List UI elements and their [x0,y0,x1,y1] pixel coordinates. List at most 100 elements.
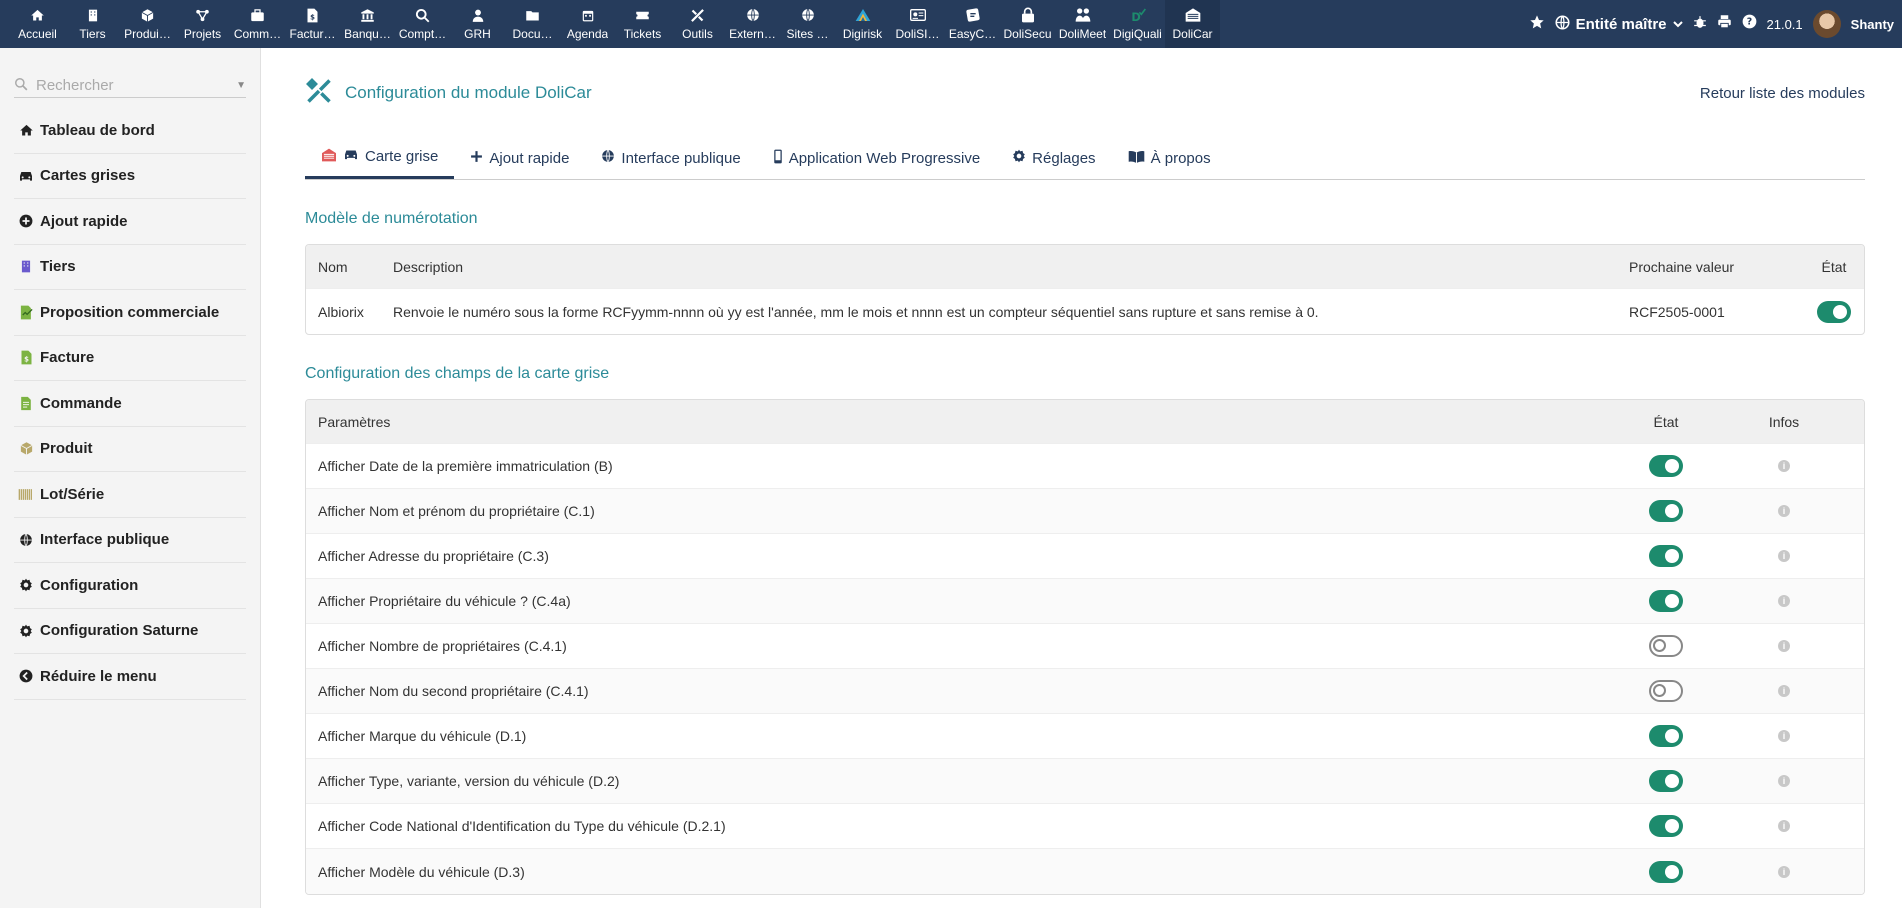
back-to-modules-link[interactable]: Retour liste des modules [1700,85,1865,102]
info-circle-icon[interactable]: i [1778,820,1790,832]
print-icon[interactable] [1717,14,1732,34]
field-state-toggle[interactable] [1649,860,1683,883]
top-menu-item-tiers[interactable]: Tiers [65,0,120,48]
table-row: Afficher Code National d'Identification … [306,804,1864,849]
sidebar-item-commande[interactable]: Commande [14,381,246,427]
top-menu-item-digirisk[interactable]: Digirisk [835,0,890,48]
info-circle-icon[interactable]: i [1778,505,1790,517]
sidebar-item-label: Tableau de bord [40,121,155,139]
tab-ajoutrapide[interactable]: Ajout rapide [454,137,585,179]
sidebar-item-ajoutrapide[interactable]: Ajout rapide [14,199,246,245]
star-icon[interactable] [1529,14,1545,35]
top-menu-item-easyc[interactable]: EasyC… [945,0,1000,48]
field-state-toggle[interactable] [1649,725,1683,747]
top-menu-item-grh[interactable]: GRH [450,0,505,48]
top-menu-item-produi[interactable]: Produi… [120,0,175,48]
top-menu-item-digiquali[interactable]: D DigiQuali [1110,0,1165,48]
field-state-toggle[interactable] [1649,680,1683,702]
id-card-icon [909,7,926,23]
info-circle-icon[interactable]: i [1778,550,1790,562]
order-icon [18,395,34,411]
sidebar-item-rduirelemenu[interactable]: Réduire le menu [14,654,246,700]
help-icon[interactable]: ? [1742,14,1757,34]
search-placeholder: Rechercher [36,77,114,94]
field-state-toggle[interactable] [1649,770,1683,792]
tab-cartegrise[interactable]: Carte grise [305,137,455,179]
numbering-table: Nom Description Prochaine valeur État Al… [305,244,1865,335]
sidebar-item-produit[interactable]: Produit [14,427,246,472]
top-menu-label: Extern… [729,27,776,41]
field-state-toggle[interactable] [1649,455,1683,477]
top-menu-item-compt[interactable]: Compt… [395,0,450,48]
top-menu-item-extern[interactable]: Extern… [725,0,780,48]
tab-propos[interactable]: À propos [1112,137,1227,179]
globe-icon [800,7,816,23]
state-toggle[interactable] [1817,300,1851,323]
top-menu-item-dolimeet[interactable]: DoliMeet [1055,0,1110,48]
lock-icon [1020,7,1036,23]
sidebar-item-cartesgrises[interactable]: Cartes grises [14,154,246,199]
field-state-toggle[interactable] [1649,500,1683,522]
top-menu-item-comm[interactable]: Comm… [230,0,285,48]
top-menu-label: DoliCar [1172,27,1213,41]
plus-circle-icon [18,213,34,229]
field-label: Afficher Nom du second propriétaire (C.4… [318,683,589,699]
top-menu-item-dolisi[interactable]: DoliSI… [890,0,945,48]
info-circle-icon[interactable]: i [1778,685,1790,697]
top-menu-item-dolisecu[interactable]: DoliSecu [1000,0,1055,48]
svg-text:$: $ [24,356,29,364]
info-circle-icon[interactable]: i [1778,595,1790,607]
sidebar-item-configuration[interactable]: Configuration [14,563,246,609]
numbering-section-title: Modèle de numérotation [305,210,478,227]
sidebar-item-interfacepublique[interactable]: Interface publique [14,518,246,563]
info-circle-icon[interactable]: i [1778,775,1790,787]
project-icon [195,7,211,23]
top-menu: Accueil Tiers Produi… Projets Comm… $ Factur… B… [0,0,1220,48]
top-menu-item-sites[interactable]: Sites … [780,0,835,48]
top-menu-item-factur[interactable]: $ Factur… [285,0,340,48]
tab-applicationwebprogressive[interactable]: Application Web Progressive [757,137,996,179]
svg-text:D: D [1131,10,1140,24]
top-menu-label: Tiers [79,27,106,41]
info-circle-icon[interactable]: i [1778,640,1790,652]
field-label: Afficher Date de la première immatricula… [318,458,613,474]
top-menu-label: Produi… [124,27,171,41]
search-box[interactable]: Rechercher ▼ [14,74,246,98]
table-row: Afficher Nom du second propriétaire (C.4… [306,669,1864,714]
info-circle-icon[interactable]: i [1778,730,1790,742]
entity-selector[interactable]: Entité maître [1555,14,1683,34]
sidebar-item-configurationsaturne[interactable]: Configuration Saturne [14,609,246,654]
user-name[interactable]: Shanty [1851,17,1894,32]
sidebar-item-tiers[interactable]: Tiers [14,245,246,290]
top-menu-item-agenda[interactable]: Agenda [560,0,615,48]
field-state-toggle[interactable] [1649,590,1683,612]
sidebar-item-propositioncommerciale[interactable]: Proposition commerciale [14,290,246,336]
top-menu-item-dolicar[interactable]: DoliCar [1165,0,1220,48]
avatar[interactable] [1812,10,1841,38]
field-state-toggle[interactable] [1649,545,1683,567]
field-state-toggle[interactable] [1649,635,1683,657]
home-icon [30,7,46,23]
easycrm-icon [965,7,981,23]
info-circle-icon[interactable]: i [1778,865,1790,878]
bug-icon[interactable] [1693,15,1707,34]
top-menu-item-banqu[interactable]: Banqu… [340,0,395,48]
sidebar-item-facture[interactable]: $ Facture [14,336,246,381]
field-state-toggle[interactable] [1649,815,1683,837]
tab-label: Ajout rapide [489,149,570,167]
top-menu-item-docu[interactable]: Docu… [505,0,560,48]
tab-rglages[interactable]: Réglages [996,137,1111,179]
top-menu-item-outils[interactable]: Outils [670,0,725,48]
gear-icon [18,623,34,639]
top-menu-item-accueil[interactable]: Accueil [10,0,65,48]
top-menu-item-tickets[interactable]: Tickets [615,0,670,48]
info-circle-icon[interactable]: i [1778,460,1790,472]
table-row: Afficher Propriétaire du véhicule ? (C.4… [306,579,1864,624]
gear-icon [1012,149,1026,167]
sidebar-item-tableaudebord[interactable]: Tableau de bord [14,108,246,154]
top-menu-label: Outils [682,27,713,41]
top-menu-item-projets[interactable]: Projets [175,0,230,48]
building-icon [85,7,101,23]
sidebar-item-lotsrie[interactable]: Lot/Série [14,472,246,518]
tab-interfacepublique[interactable]: Interface publique [585,137,756,179]
